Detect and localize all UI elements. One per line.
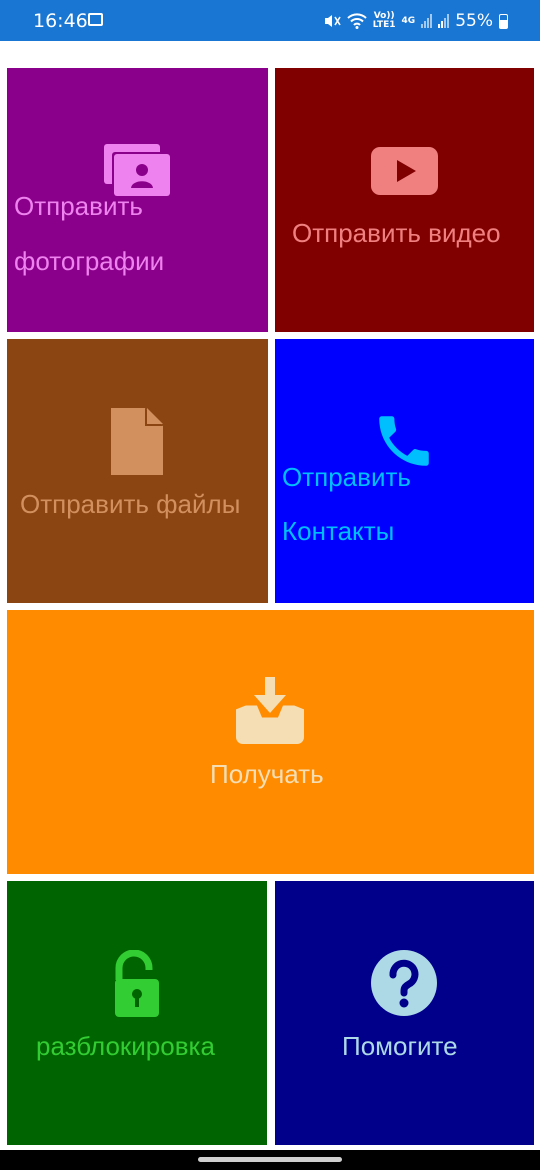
- status-time: 16:46: [33, 10, 88, 32]
- wifi-icon: [347, 13, 367, 29]
- file-icon: [111, 408, 163, 475]
- send-contacts-tile[interactable]: Отправить Контакты: [275, 339, 534, 603]
- mute-icon: [324, 15, 341, 27]
- battery-icon: [499, 13, 508, 29]
- signal-2-icon: [438, 14, 450, 28]
- send-video-tile[interactable]: Отправить видео: [275, 68, 534, 332]
- receive-label: Получать: [210, 759, 324, 789]
- send-photos-label-2: фотографии: [14, 246, 165, 276]
- send-files-label: Отправить файлы: [20, 489, 241, 519]
- volte-indicator: Vo)) LTE1: [372, 11, 396, 30]
- send-contacts-label-2: Контакты: [282, 516, 395, 546]
- photos-icon: [104, 144, 170, 196]
- unlock-icon: [115, 950, 159, 1017]
- send-photos-tile[interactable]: Отправить фотографии: [7, 68, 268, 332]
- send-contacts-label-1: Отправить: [282, 462, 411, 492]
- send-video-label: Отправить видео: [292, 218, 501, 248]
- send-photos-label-1: Отправить: [14, 191, 143, 221]
- unlock-label: разблокировка: [36, 1031, 215, 1061]
- send-files-tile[interactable]: Отправить файлы: [7, 339, 268, 603]
- gallery-notification-icon: [88, 13, 103, 26]
- home-gesture-handle[interactable]: [198, 1157, 342, 1162]
- help-label: Помогите: [342, 1031, 458, 1061]
- unlock-tile[interactable]: разблокировка: [7, 881, 267, 1145]
- inbox-download-icon: [236, 677, 304, 744]
- network-gen: 4G: [401, 15, 416, 26]
- status-bar: 16:46 Vo)) LTE1 4G 55%: [0, 0, 540, 41]
- navigation-bar: [0, 1150, 540, 1170]
- question-icon: [371, 950, 437, 1016]
- receive-tile[interactable]: Получать: [7, 610, 534, 874]
- help-tile[interactable]: Помогите: [275, 881, 534, 1145]
- status-right: Vo)) LTE1 4G 55%: [323, 8, 508, 34]
- battery-percent: 55%: [455, 11, 493, 31]
- signal-1-icon: [421, 14, 433, 28]
- play-video-icon: [371, 147, 438, 195]
